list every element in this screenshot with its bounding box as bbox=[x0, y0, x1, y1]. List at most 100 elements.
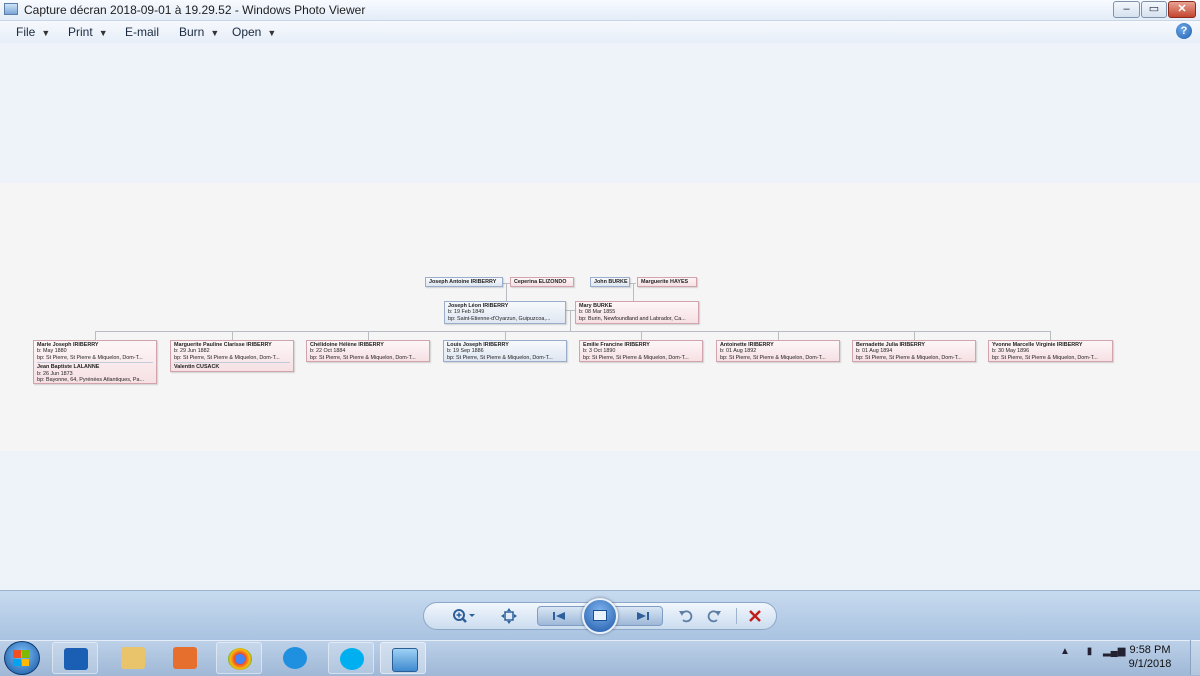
internet-explorer-icon bbox=[283, 647, 307, 669]
photo-viewer-app-icon[interactable] bbox=[4, 3, 18, 15]
birth-place: bp: St Pierre, St Pierre & Miquelon, Dom… bbox=[720, 354, 826, 361]
next-icon[interactable] bbox=[632, 606, 654, 632]
show-desktop-button[interactable] bbox=[1190, 640, 1200, 675]
birth-place: bp: St Pierre, St Pierre & Miquelon, Dom… bbox=[447, 354, 553, 361]
person-name: John BURKE bbox=[594, 279, 628, 285]
connector-line bbox=[914, 331, 915, 340]
close-button[interactable]: ✕ bbox=[1168, 1, 1196, 18]
skype-icon bbox=[340, 648, 364, 670]
chevron-down-icon: ▼ bbox=[98, 28, 108, 38]
spouse-section: Valentin CUSACK bbox=[174, 362, 290, 370]
connector-line bbox=[95, 331, 96, 340]
taskbar-internet-explorer[interactable] bbox=[272, 642, 318, 674]
person-card-grandmother[interactable]: Ceperina ELIZONDO bbox=[510, 277, 574, 287]
media-player-icon bbox=[173, 647, 197, 669]
chevron-down-icon: ▼ bbox=[267, 28, 277, 38]
menu-open[interactable]: Open ▼ bbox=[232, 25, 276, 39]
person-card-child[interactable]: Emilie Francine IRIBERRY b: 3 Oct 1890 b… bbox=[579, 340, 703, 362]
actual-size-icon[interactable] bbox=[498, 606, 520, 632]
windows-logo-icon bbox=[13, 650, 29, 666]
birth-place: bp: St Pierre, St Pierre & Miquelon, Dom… bbox=[583, 354, 689, 361]
help-icon[interactable]: ? bbox=[1176, 23, 1192, 39]
person-card-child[interactable]: Marie Joseph IRIBERRY b: May 1880 bp: St… bbox=[33, 340, 157, 384]
birth-place: bp: St Pierre, St Pierre & Miquelon, Dom… bbox=[992, 354, 1098, 361]
zoom-icon[interactable] bbox=[448, 606, 478, 632]
taskbar-media-player[interactable] bbox=[162, 642, 208, 674]
menu-email-label: E-mail bbox=[125, 25, 160, 39]
taskbar-outlook[interactable] bbox=[52, 642, 98, 674]
clock[interactable]: 9:58 PM 9/1/2018 bbox=[1120, 643, 1180, 671]
person-card-grandfather[interactable]: Joseph Antoine IRIBERRY bbox=[425, 277, 503, 287]
clock-time: 9:58 PM bbox=[1129, 644, 1171, 656]
slideshow-icon bbox=[593, 610, 607, 621]
taskbar-chrome[interactable] bbox=[216, 642, 262, 674]
menu-print[interactable]: Print ▼ bbox=[68, 25, 108, 39]
connector-line bbox=[232, 331, 233, 340]
menu-open-label: Open bbox=[232, 25, 262, 39]
previous-icon[interactable] bbox=[548, 606, 570, 632]
rotate-clockwise-icon[interactable] bbox=[704, 606, 724, 632]
connector-line bbox=[368, 331, 369, 340]
displayed-image-family-tree: Joseph Antoine IRIBERRY Ceperina ELIZOND… bbox=[0, 183, 1200, 451]
delete-icon[interactable] bbox=[744, 606, 766, 632]
spouse-section: Jean Baptiste LALANNE b: 26 Jun 1873 bp:… bbox=[37, 362, 153, 383]
chevron-down-icon: ▼ bbox=[210, 28, 220, 38]
connector-line bbox=[778, 331, 779, 340]
person-card-child[interactable]: Louis Joseph IRIBERRY b: 19 Sep 1886 bp:… bbox=[443, 340, 567, 362]
connector-line bbox=[641, 331, 642, 340]
connector-line bbox=[570, 310, 571, 332]
minimize-button[interactable]: – bbox=[1113, 1, 1140, 18]
start-button[interactable] bbox=[4, 641, 40, 675]
person-card-child[interactable]: Bernadette Julia IRIBERRY b: 01 Aug 1894… bbox=[852, 340, 976, 362]
menu-file-label: File bbox=[16, 25, 36, 39]
file-explorer-icon bbox=[121, 647, 145, 669]
person-card-child[interactable]: Yvonne Marcelle Virginie IRIBERRY b: 30 … bbox=[988, 340, 1113, 362]
taskbar-file-explorer[interactable] bbox=[110, 642, 156, 674]
clock-date: 9/1/2018 bbox=[1128, 658, 1172, 670]
menu-print-label: Print bbox=[68, 25, 93, 39]
birth-place: bp: Burin, Newfoundland and Labrador, Ca… bbox=[579, 315, 686, 322]
person-card-mother[interactable]: Mary BURKE b: 08 Mar 1855 bp: Burin, New… bbox=[575, 301, 699, 324]
rotate-counterclockwise-icon[interactable] bbox=[676, 606, 696, 632]
connector-line bbox=[633, 283, 634, 301]
person-card-grandfather[interactable]: John BURKE bbox=[590, 277, 630, 287]
taskbar-photo-viewer[interactable] bbox=[380, 642, 426, 674]
connector-line bbox=[506, 283, 507, 301]
sibling-line bbox=[95, 331, 1051, 332]
photo-viewer-icon bbox=[392, 648, 418, 672]
birth-place: bp: St Pierre, St Pierre & Miquelon, Dom… bbox=[37, 354, 143, 361]
taskbar-skype[interactable] bbox=[328, 642, 374, 674]
menu-email[interactable]: E-mail bbox=[125, 25, 159, 39]
chrome-icon bbox=[228, 648, 252, 670]
person-name: Joseph Antoine IRIBERRY bbox=[429, 279, 497, 285]
window-title: Capture décran 2018-09-01 à 19.29.52 - W… bbox=[24, 3, 366, 17]
slideshow-button[interactable] bbox=[582, 598, 618, 634]
person-name: Ceperina ELIZONDO bbox=[514, 279, 567, 285]
birth-place: bp: St Pierre, St Pierre & Miquelon, Dom… bbox=[310, 354, 416, 361]
outlook-icon bbox=[64, 648, 88, 670]
menu-burn[interactable]: Burn ▼ bbox=[179, 25, 219, 39]
person-card-grandmother[interactable]: Marguerite HAYES bbox=[637, 277, 697, 287]
spouse-birth-place: bp: Bayonne, 64, Pyrénées Atlantiques, P… bbox=[37, 377, 144, 384]
system-tray: ▲ ▮ ▂▄▆ bbox=[1060, 646, 1125, 657]
person-card-child[interactable]: Marguerite Pauline Clarisse IRIBERRY b: … bbox=[170, 340, 294, 372]
show-hidden-icons-button[interactable]: ▲ bbox=[1060, 646, 1070, 657]
spouse-name: Valentin CUSACK bbox=[174, 364, 220, 371]
birth-place: bp: St Pierre, St Pierre & Miquelon, Dom… bbox=[856, 354, 962, 361]
chevron-down-icon: ▼ bbox=[41, 28, 51, 38]
person-name: Marguerite HAYES bbox=[641, 279, 689, 285]
menu-bar: File ▼ Print ▼ E-mail Burn ▼ Open ▼ bbox=[0, 21, 1200, 43]
connector-line bbox=[1050, 331, 1051, 340]
action-center-icon[interactable]: ▮ bbox=[1087, 646, 1093, 657]
birth-place: bp: Saint-Etienne-d'Oyarzun, Guipuzcoa,.… bbox=[448, 315, 551, 322]
connector-line bbox=[505, 331, 506, 340]
maximize-button[interactable]: ▭ bbox=[1141, 1, 1167, 18]
separator bbox=[736, 608, 737, 624]
person-card-child[interactable]: Antoinette IRIBERRY b: 01 Aug 1892 bp: S… bbox=[716, 340, 840, 362]
person-card-father[interactable]: Joseph Léon IRIBERRY b: 19 Feb 1849 bp: … bbox=[444, 301, 566, 324]
person-card-child[interactable]: Chélidoine Hélène IRIBERRY b: 22 Oct 188… bbox=[306, 340, 430, 362]
menu-file[interactable]: File ▼ bbox=[16, 25, 50, 39]
title-bar: Capture décran 2018-09-01 à 19.29.52 - W… bbox=[0, 0, 1200, 21]
menu-burn-label: Burn bbox=[179, 25, 205, 39]
birth-place: bp: St Pierre, St Pierre & Miquelon, Dom… bbox=[174, 354, 280, 361]
